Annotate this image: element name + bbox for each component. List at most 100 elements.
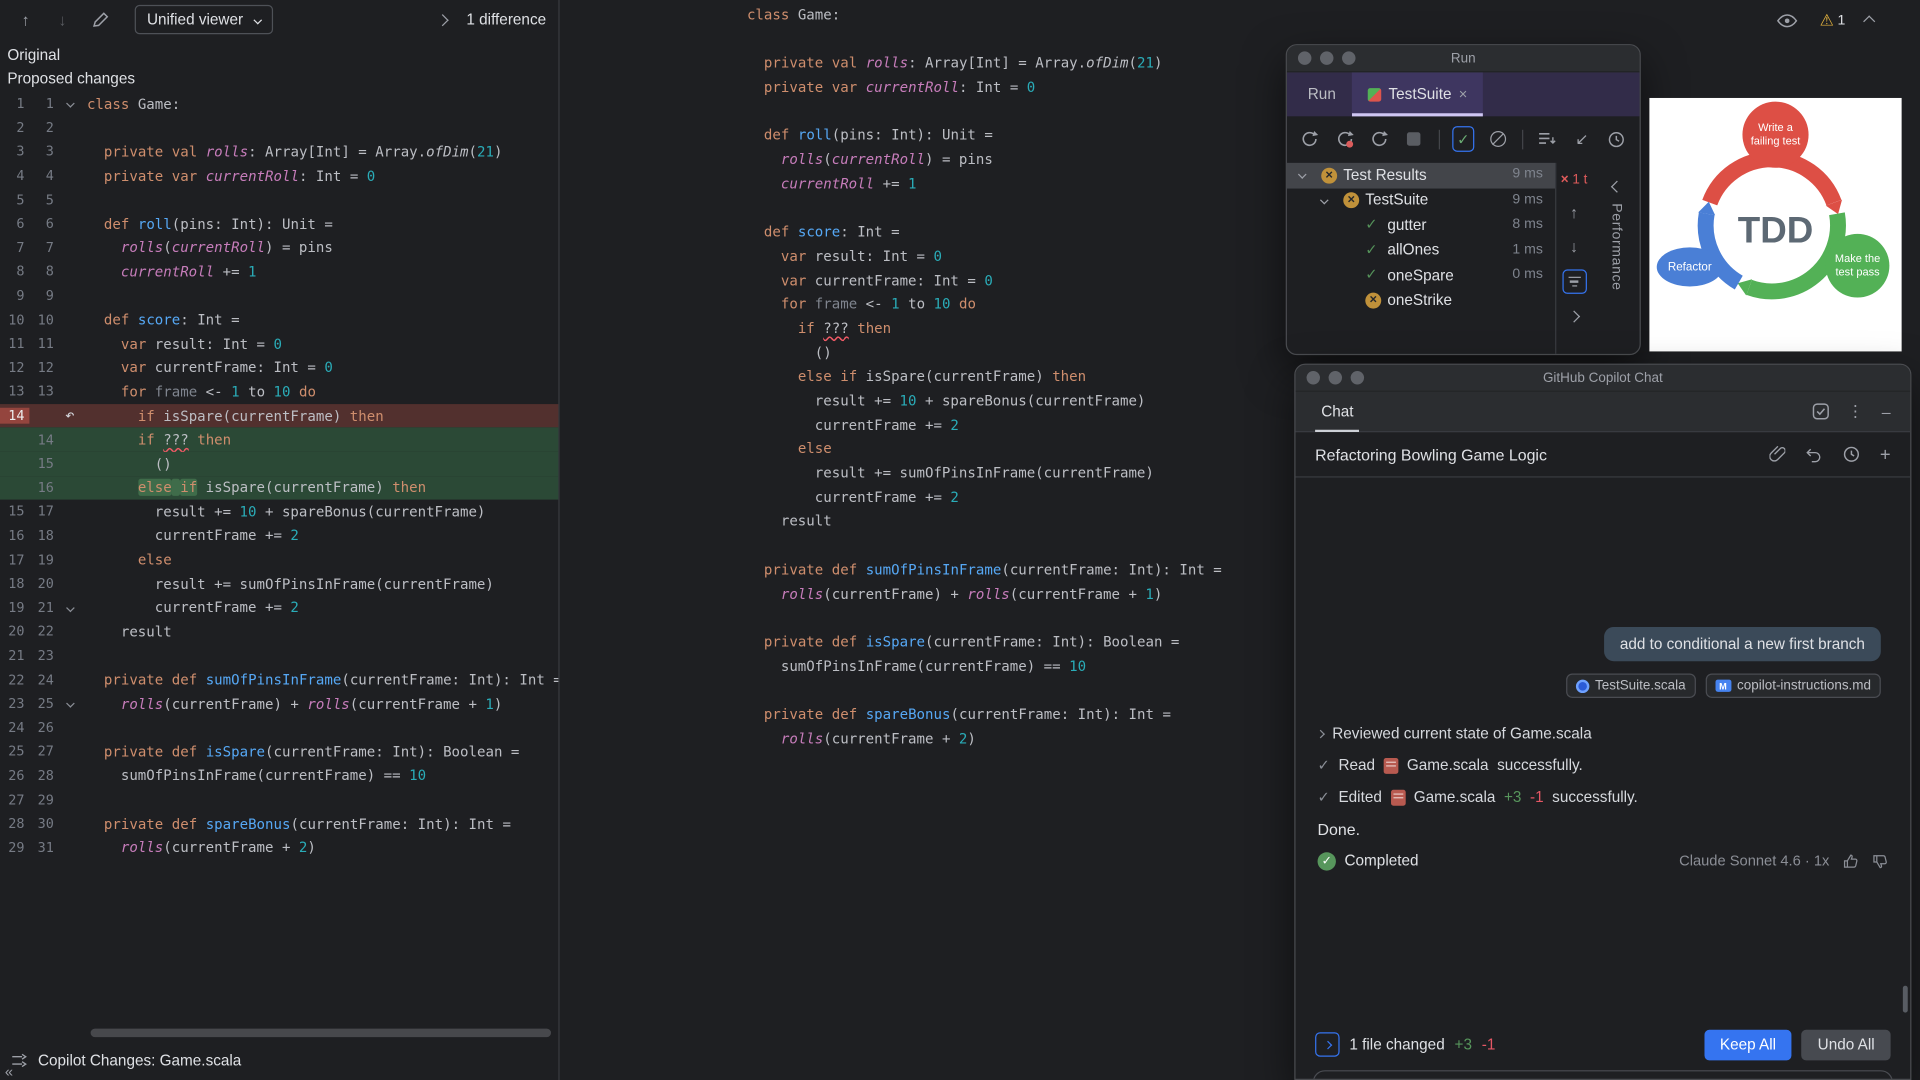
chevron-down-icon[interactable]: [1320, 195, 1329, 204]
code-line: [747, 197, 1222, 221]
tab-run[interactable]: Run: [1292, 72, 1352, 116]
diff-line-number-new: 10: [29, 312, 58, 328]
diff-line-number-new: 3: [29, 144, 58, 160]
code-text: (): [81, 455, 172, 472]
chat-window-title: GitHub Copilot Chat: [1543, 370, 1663, 385]
notifications-button[interactable]: ⚠1: [1820, 11, 1846, 31]
horizontal-scrollbar[interactable]: [91, 1029, 551, 1038]
test-duration: 8 ms: [1512, 217, 1543, 232]
test-name: oneStrike: [1387, 291, 1452, 308]
toggle-auto-test-button[interactable]: [1369, 126, 1390, 153]
rerun-failed-tests-button[interactable]: [1334, 126, 1355, 153]
edit-icon[interactable]: [86, 6, 113, 33]
collapse-icon[interactable]: «: [5, 1063, 13, 1080]
rerun-tests-button[interactable]: [1299, 126, 1320, 153]
stop-icon: [1408, 132, 1421, 145]
context-chip[interactable]: Mcopilot-instructions.md: [1705, 673, 1881, 697]
eye-icon[interactable]: [1773, 7, 1800, 34]
previous-failed-button[interactable]: ↑: [1570, 203, 1578, 221]
attach-icon[interactable]: [1770, 446, 1786, 463]
more-options-icon[interactable]: ⋮: [1847, 402, 1863, 422]
next-change-button[interactable]: ↓: [49, 6, 76, 33]
chevron-left-icon[interactable]: [1610, 181, 1622, 193]
show-ignored-toggle[interactable]: [1487, 126, 1508, 153]
chat-window-titlebar: GitHub Copilot Chat: [1296, 365, 1911, 392]
close-button[interactable]: [1298, 51, 1311, 64]
chevron-up-icon[interactable]: [1863, 15, 1875, 27]
tab-performance[interactable]: Performance: [1609, 203, 1624, 290]
expand-icon[interactable]: [1570, 310, 1579, 325]
tdd-red-label-1: Write a: [1758, 122, 1794, 134]
test-tree-row[interactable]: ×oneStrike: [1287, 288, 1555, 313]
code-line: currentFrame += 2: [747, 413, 1222, 437]
undo-all-button[interactable]: Undo All: [1802, 1029, 1891, 1060]
code-text: [81, 647, 96, 664]
code-line: rolls(currentFrame + 2): [747, 727, 1222, 751]
minimize-button[interactable]: [1320, 51, 1333, 64]
select-all-icon[interactable]: [1812, 403, 1829, 420]
minimize-button[interactable]: [1329, 371, 1342, 384]
chevron-down-icon: [65, 699, 74, 708]
test-name: Test Results: [1343, 166, 1426, 183]
expand-changes-button[interactable]: [1315, 1032, 1339, 1056]
undo-icon[interactable]: [1805, 446, 1823, 462]
thumbs-down-icon[interactable]: [1872, 853, 1888, 869]
test-tree-row[interactable]: ✓oneSpare0 ms: [1287, 263, 1555, 288]
test-tree-row[interactable]: ✓gutter8 ms: [1287, 213, 1555, 238]
zoom-button[interactable]: [1351, 371, 1364, 384]
vertical-scrollbar[interactable]: [1903, 986, 1908, 1013]
code-text: [81, 119, 96, 136]
show-passed-toggle[interactable]: ✓: [1453, 126, 1474, 152]
test-name: gutter: [1387, 216, 1426, 233]
diff-line-number-new: 12: [29, 360, 58, 376]
test-name: oneSpare: [1387, 266, 1453, 283]
diff-row: 1111 var result: Int = 0: [0, 332, 560, 356]
revert-change-button[interactable]: ↶: [59, 407, 81, 425]
thread-title: Refactoring Bowling Game Logic: [1315, 445, 1547, 463]
viewer-mode-dropdown[interactable]: Unified viewer: [135, 5, 273, 34]
code-text: result += sumOfPinsInFrame(currentFrame): [81, 575, 494, 592]
diff-line-number-old: 24: [0, 720, 29, 736]
test-tree-row[interactable]: ✓allOnes1 ms: [1287, 238, 1555, 263]
fold-toggle[interactable]: [59, 101, 81, 107]
test-history-button[interactable]: [1606, 126, 1627, 153]
code-line: currentFrame += 2: [747, 486, 1222, 510]
next-failed-button[interactable]: ↓: [1570, 238, 1578, 256]
code-text: sumOfPinsInFrame(currentFrame) == 10: [81, 767, 426, 784]
check-icon: ✓: [1318, 757, 1330, 774]
test-tree-row[interactable]: ×TestSuite9 ms: [1287, 188, 1555, 213]
keep-all-button[interactable]: Keep All: [1704, 1029, 1792, 1060]
tab-chat[interactable]: Chat: [1315, 391, 1360, 431]
diff-code[interactable]: 11class Game:22 33 private val rolls: Ar…: [0, 92, 560, 860]
chat-input-box[interactable]: M copilot-instructions.md × Agent Claude…: [1313, 1070, 1893, 1080]
diff-line-number-old: 13: [0, 384, 29, 400]
new-chat-icon[interactable]: +: [1880, 444, 1891, 465]
scala-file-icon: [1390, 789, 1405, 805]
tab-testsuite[interactable]: TestSuite ×: [1352, 72, 1484, 116]
tdd-center-label: TDD: [1738, 209, 1813, 250]
sort-tests-button[interactable]: [1536, 126, 1557, 153]
code-text: class Game:: [81, 95, 180, 112]
fold-toggle[interactable]: [59, 701, 81, 707]
test-tree-row[interactable]: ×Test Results9 ms: [1287, 163, 1555, 188]
thumbs-up-icon[interactable]: [1843, 853, 1859, 869]
stop-button[interactable]: [1404, 126, 1425, 153]
navigate-to-source-button[interactable]: ↙: [1571, 126, 1592, 153]
step-reviewed[interactable]: Reviewed current state of Game.scala: [1318, 718, 1889, 750]
prev-change-button[interactable]: ↑: [12, 6, 39, 33]
close-icon[interactable]: ×: [1459, 86, 1468, 103]
test-passed-icon: ✓: [1365, 241, 1377, 258]
zoom-button[interactable]: [1342, 51, 1355, 64]
close-button[interactable]: [1307, 371, 1320, 384]
goto-difference-button[interactable]: [430, 6, 457, 33]
diff-row: 1820 result += sumOfPinsInFrame(currentF…: [0, 572, 560, 596]
history-icon[interactable]: [1843, 446, 1860, 463]
chevron-down-icon[interactable]: [1298, 170, 1307, 179]
minimize-icon[interactable]: –: [1882, 402, 1891, 420]
filter-toggle[interactable]: [1562, 269, 1586, 293]
context-chip[interactable]: TestSuite.scala: [1566, 673, 1696, 697]
code-line: def score: Int =: [747, 221, 1222, 245]
diff-line-number-old: 14: [0, 408, 29, 424]
test-duration: 9 ms: [1512, 167, 1543, 182]
fold-toggle[interactable]: [59, 605, 81, 611]
